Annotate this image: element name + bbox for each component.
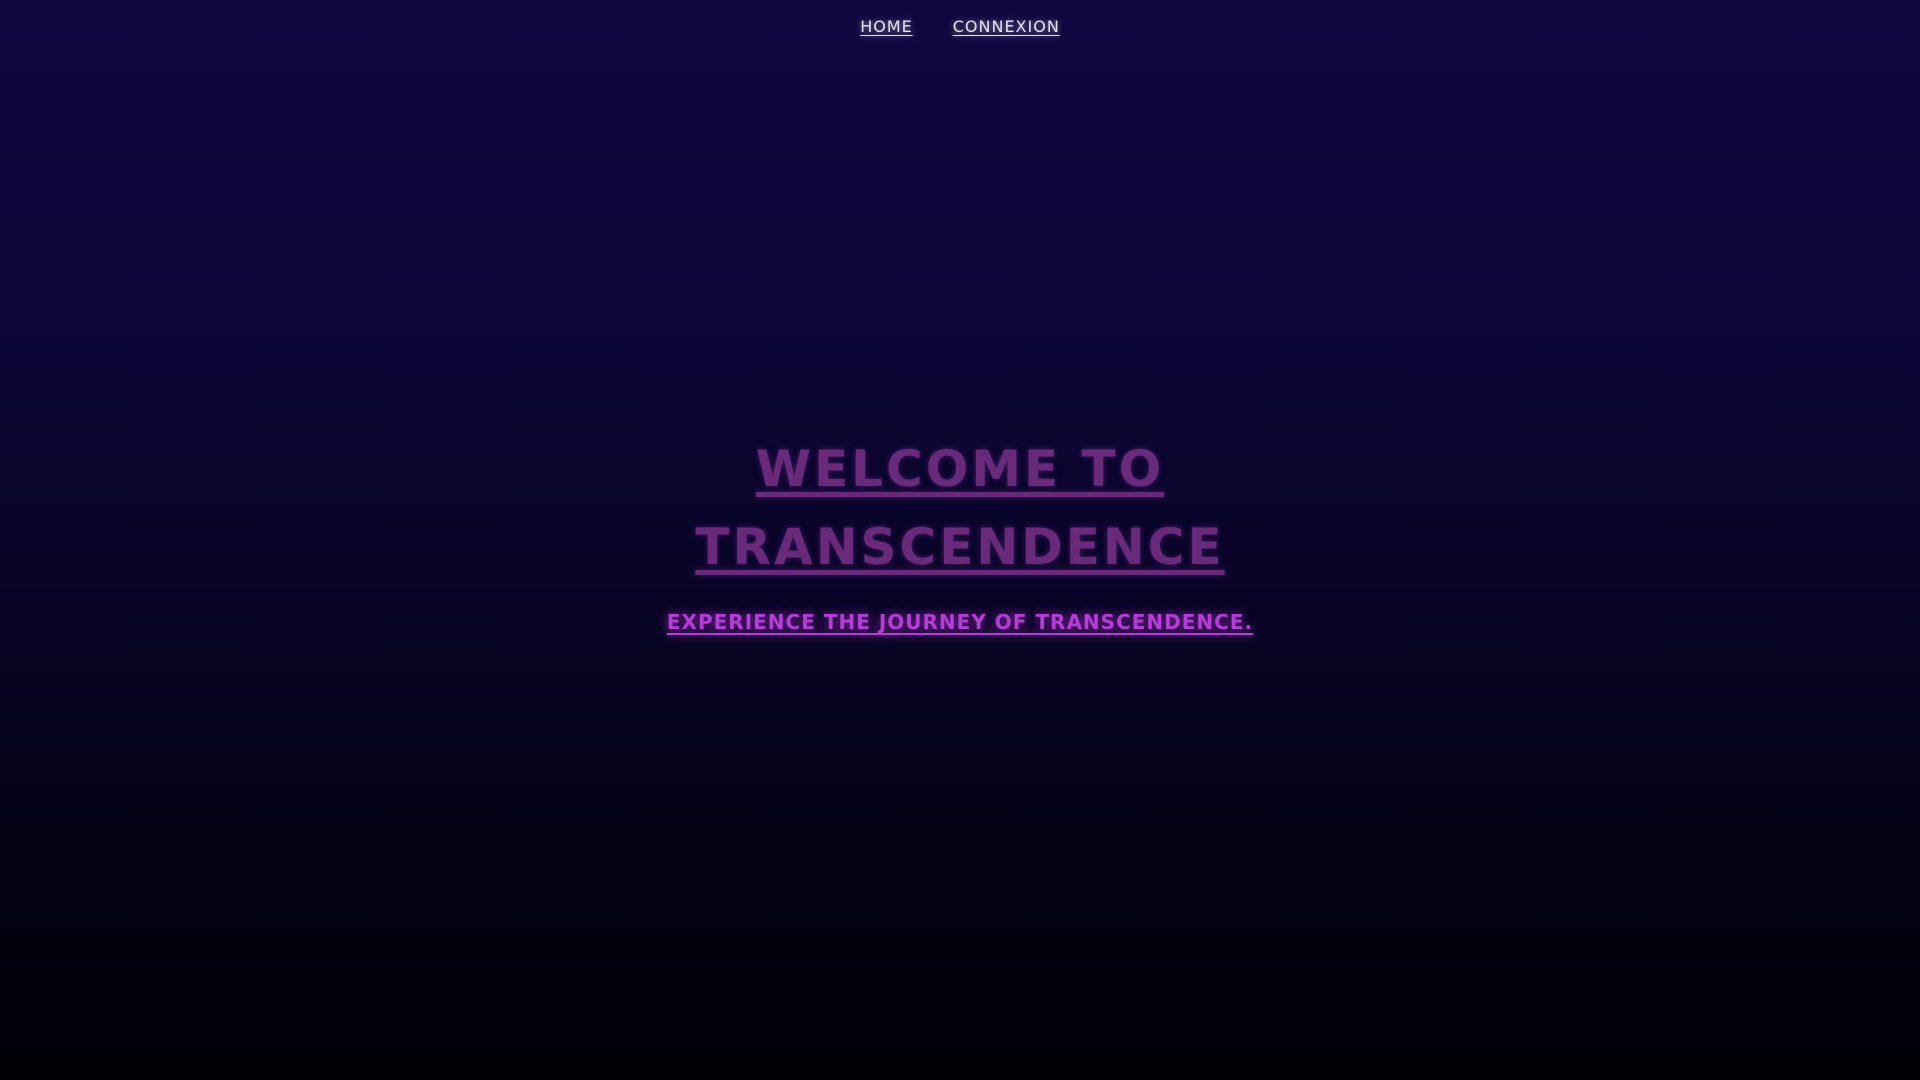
hero-title: Welcome to Transcendence bbox=[695, 440, 1225, 576]
hero-section: Welcome to Transcendence Experience the … bbox=[0, 430, 1920, 634]
nav-link-home[interactable]: Home bbox=[860, 17, 913, 36]
hero-subtitle: Experience the journey of transcendence. bbox=[666, 610, 1254, 634]
top-nav: Home Connexion bbox=[0, 0, 1920, 52]
nav-link-connexion[interactable]: Connexion bbox=[953, 17, 1060, 36]
